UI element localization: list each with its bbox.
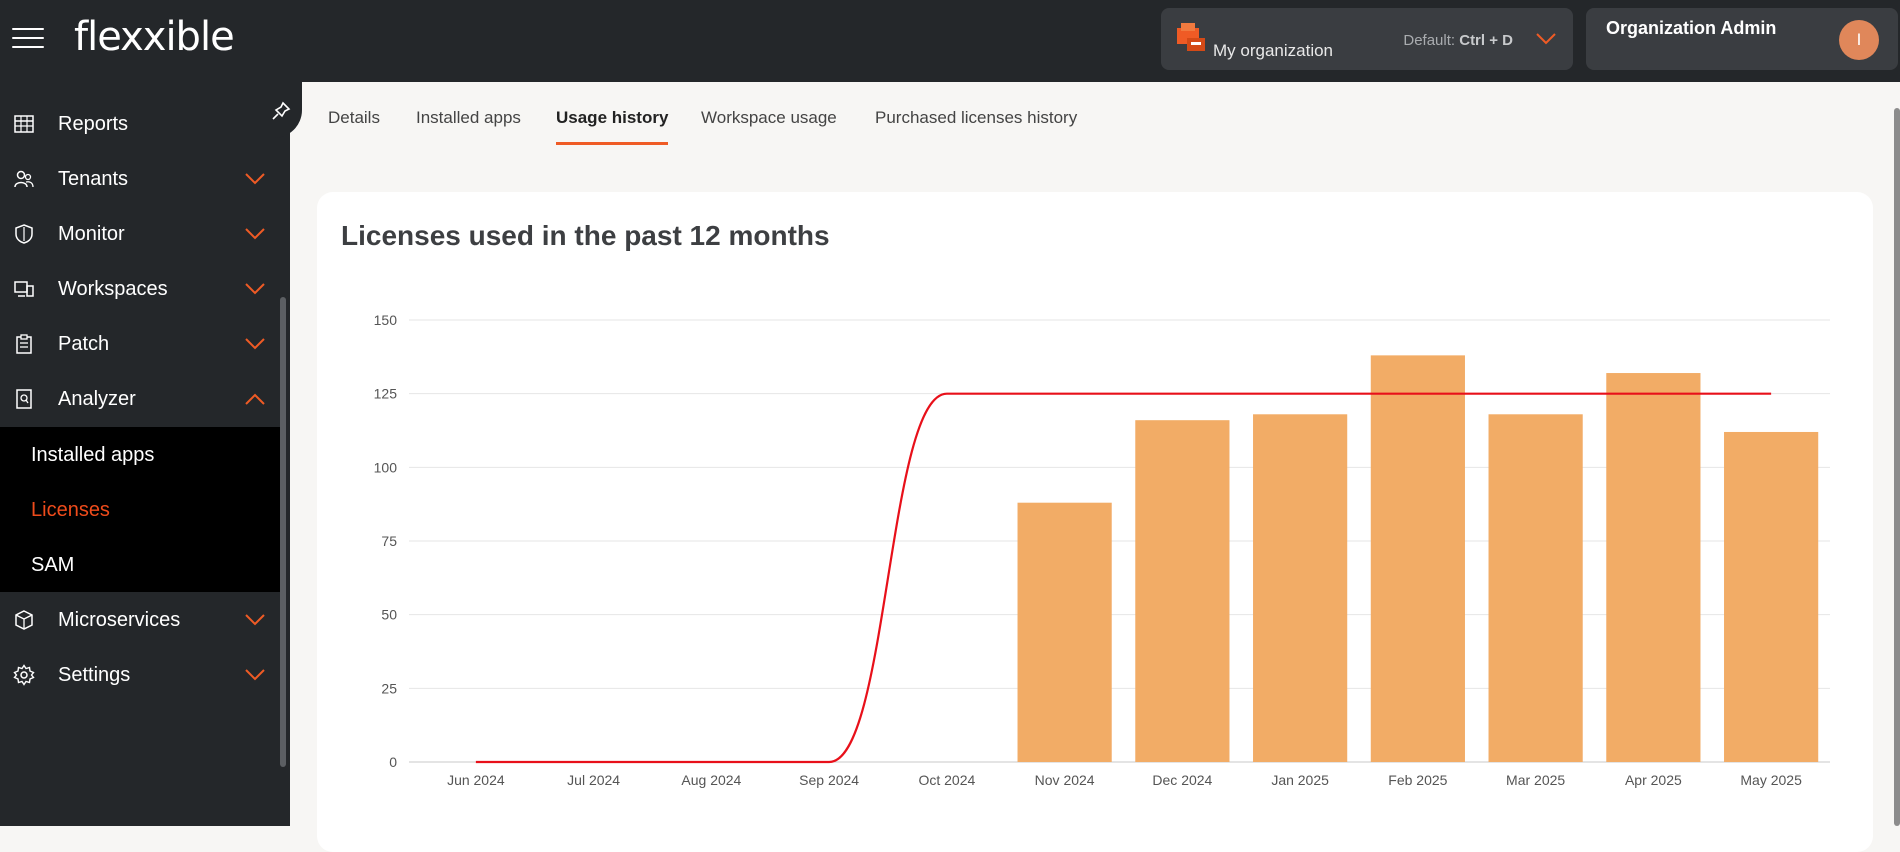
- tab-usage-history[interactable]: Usage history: [556, 108, 669, 145]
- x-tick-label: Jan 2025: [1271, 772, 1329, 788]
- devices-icon: [14, 281, 34, 297]
- gear-icon: [13, 664, 35, 686]
- hamburger-menu-icon[interactable]: [12, 28, 44, 50]
- flexxible-logo: flexxible: [74, 14, 235, 60]
- y-tick-label: 125: [374, 386, 398, 402]
- y-tick-label: 25: [381, 680, 397, 696]
- sidebar-item-tenants[interactable]: Tenants: [0, 152, 280, 207]
- chevron-down-icon: [1536, 33, 1556, 45]
- y-tick-label: 150: [374, 312, 398, 328]
- submenu-item-licenses[interactable]: Licenses: [31, 499, 110, 522]
- licenses-chart: 0 25 50 75 100 125 150 Jun 2024 Jul 2024 Aug 2024…: [374, 312, 1830, 788]
- y-tick-label: 75: [381, 533, 397, 549]
- submenu-item-installed-apps[interactable]: Installed apps: [31, 444, 154, 467]
- chevron-down-icon: [245, 173, 265, 185]
- sidebar-item-analyzer[interactable]: Analyzer: [0, 372, 280, 427]
- bar: [1606, 373, 1701, 762]
- user-name: Organization Admin: [1606, 18, 1777, 38]
- user-menu[interactable]: Organization Admin I: [1586, 8, 1898, 70]
- y-tick-label: 0: [389, 754, 397, 770]
- sidebar-item-label: Tenants: [58, 168, 129, 190]
- analyzer-icon: [16, 389, 32, 409]
- shield-icon: [15, 224, 33, 244]
- x-tick-label: Sep 2024: [799, 772, 859, 788]
- clipboard-icon: [16, 334, 32, 354]
- x-tick-label: Jun 2024: [447, 772, 505, 788]
- organization-selector[interactable]: My organization Default: Ctrl + D: [1161, 8, 1573, 70]
- bar: [1724, 431, 1819, 762]
- sidebar-item-workspaces[interactable]: Workspaces: [0, 262, 280, 317]
- tab-details[interactable]: Details: [328, 108, 380, 142]
- sidebar-item-settings[interactable]: Settings: [0, 648, 280, 703]
- y-tick-label: 50: [381, 607, 397, 623]
- x-tick-label: Mar 2025: [1506, 772, 1565, 788]
- bar: [1370, 355, 1465, 762]
- bar: [1253, 414, 1348, 762]
- submenu-item-sam[interactable]: SAM: [31, 554, 74, 577]
- sidebar-item-label: Analyzer: [58, 388, 136, 410]
- organization-name: My organization: [1213, 41, 1334, 60]
- chevron-down-icon: [245, 283, 265, 295]
- sidebar-item-label: Microservices: [58, 609, 181, 631]
- x-tick-label: May 2025: [1740, 772, 1802, 788]
- sidebar-item-monitor[interactable]: Monitor: [0, 207, 280, 262]
- bar: [1017, 502, 1112, 762]
- x-tick-label: Nov 2024: [1035, 772, 1095, 788]
- users-icon: [14, 170, 34, 188]
- tab-bar: Details Installed apps Usage history Wor…: [290, 82, 1900, 150]
- chevron-down-icon: [245, 669, 265, 681]
- sidebar-item-label: Monitor: [58, 223, 125, 245]
- x-tick-label: Jul 2024: [567, 772, 620, 788]
- x-tick-label: Apr 2025: [1625, 772, 1682, 788]
- y-tick-label: 100: [374, 459, 398, 475]
- organization-icon: [1177, 23, 1205, 51]
- cube-icon: [15, 610, 33, 630]
- tab-installed-apps[interactable]: Installed apps: [416, 108, 521, 142]
- x-tick-label: Feb 2025: [1388, 772, 1447, 788]
- sidebar-item-label: Settings: [58, 664, 131, 686]
- table-icon: [14, 115, 34, 133]
- top-bar: flexxible My organization Default: Ctrl …: [0, 0, 1900, 82]
- sidebar-item-patch[interactable]: Patch: [0, 317, 280, 372]
- chevron-down-icon: [245, 338, 265, 350]
- x-tick-label: Aug 2024: [681, 772, 741, 788]
- default-shortcut-hint: Default: Ctrl + D: [1403, 32, 1513, 49]
- sidebar-item-label: Patch: [58, 333, 110, 355]
- x-tick-label: Dec 2024: [1152, 772, 1212, 788]
- tab-purchased-licenses-history[interactable]: Purchased licenses history: [875, 108, 1077, 142]
- analyzer-submenu: Installed apps Licenses SAM: [0, 427, 280, 592]
- tab-workspace-usage[interactable]: Workspace usage: [701, 108, 837, 142]
- sidebar-item-label: Workspaces: [58, 278, 168, 300]
- avatar[interactable]: I: [1839, 20, 1879, 60]
- page-scrollbar[interactable]: [1894, 108, 1900, 826]
- sidebar-item-microservices[interactable]: Microservices: [0, 593, 280, 648]
- chevron-down-icon: [245, 614, 265, 626]
- chevron-up-icon: [245, 393, 265, 405]
- sidebar-scrollbar[interactable]: [280, 297, 286, 767]
- x-tick-label: Oct 2024: [918, 772, 975, 788]
- chevron-down-icon: [245, 228, 265, 240]
- usage-history-card: Licenses used in the past 12 months 0 25 5…: [317, 192, 1873, 852]
- sidebar-item-label: Reports: [58, 113, 129, 135]
- bar: [1135, 420, 1230, 762]
- sidebar-item-reports[interactable]: Reports: [0, 97, 280, 152]
- bar: [1488, 414, 1583, 762]
